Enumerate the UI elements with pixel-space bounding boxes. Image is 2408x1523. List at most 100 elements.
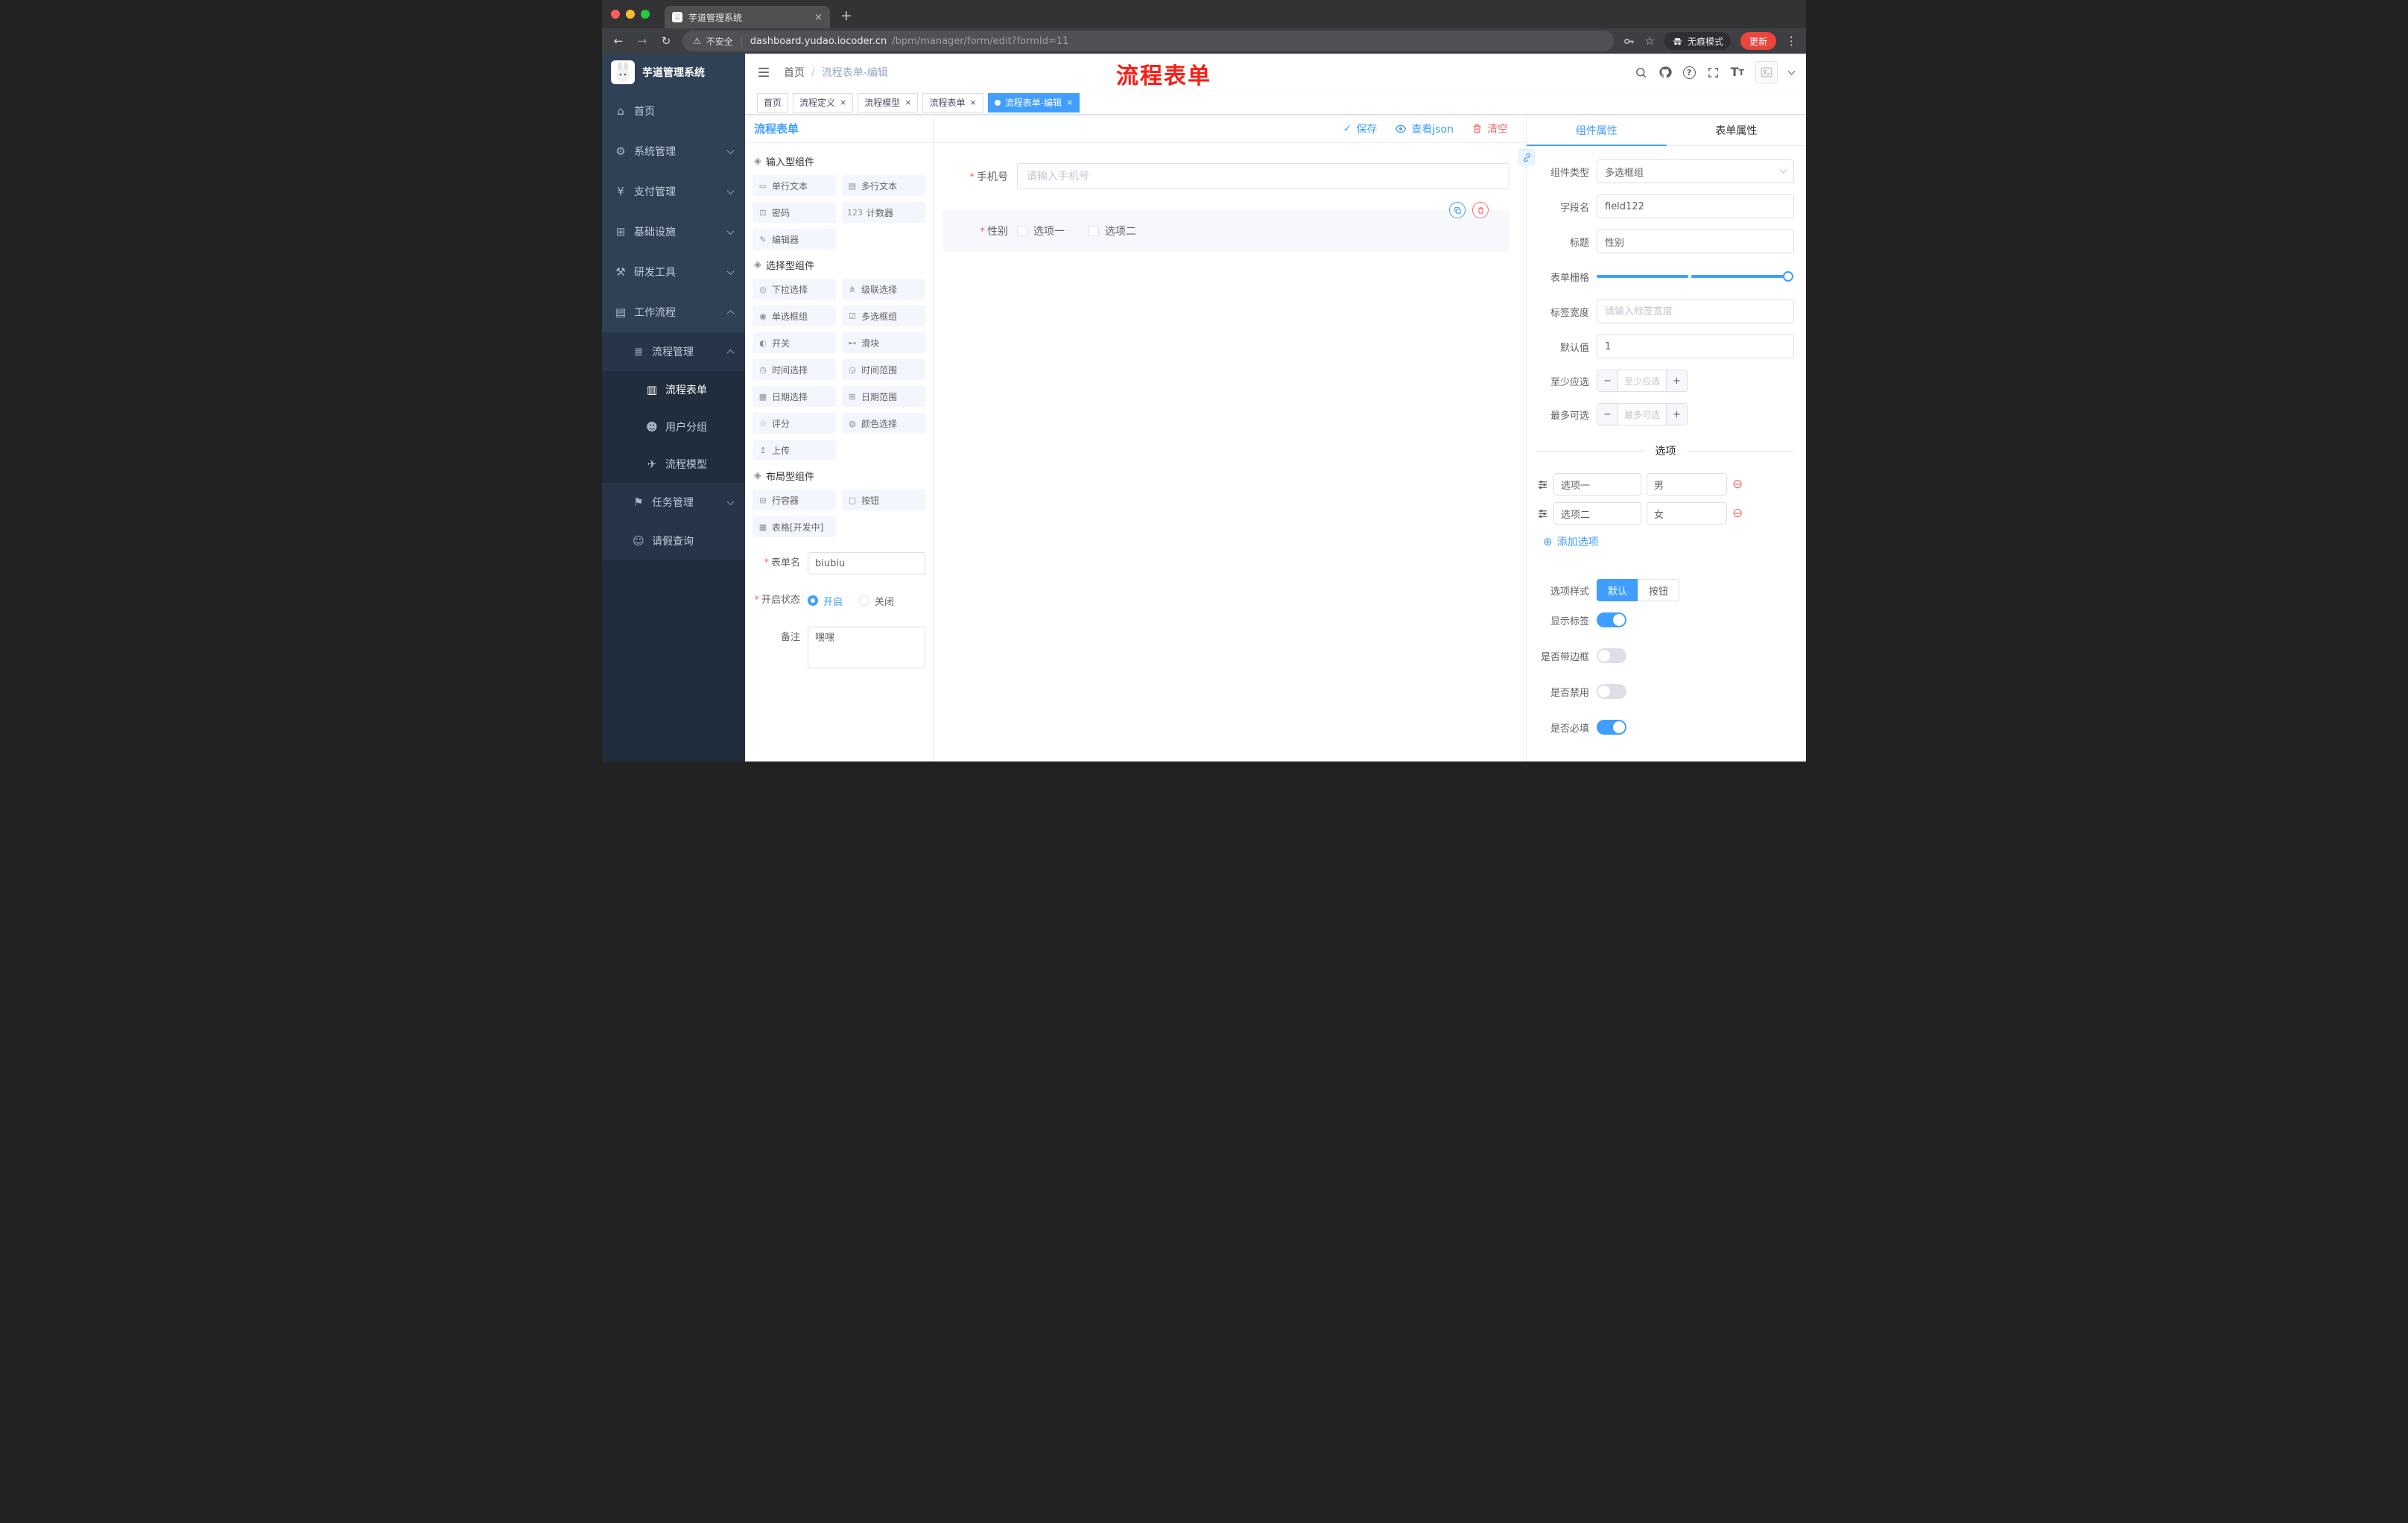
sidebar-item-process-form[interactable]: ▥ 流程表单 [602,371,745,408]
sidebar-item-process-management[interactable]: ≣ 流程管理 [602,332,745,371]
sidebar-item-home[interactable]: ⌂ 首页 [602,91,745,131]
palette-item-table[interactable]: ▦ 表格[开发中] [752,516,836,537]
slider-track[interactable] [1597,271,1794,282]
breadcrumb-home[interactable]: 首页 [784,65,805,80]
fullscreen-icon[interactable] [1707,66,1720,79]
option-style-button-button[interactable]: 按钮 [1638,579,1680,601]
palette-item-switch[interactable]: ◐ 开关 [752,332,836,353]
tag-close-icon[interactable]: × [970,98,977,107]
palette-item-color-picker[interactable]: ◍ 颜色选择 [842,413,925,434]
tag-close-icon[interactable]: × [1066,98,1073,107]
border-switch[interactable] [1597,648,1626,663]
form-name-input[interactable] [808,552,925,574]
palette-item-checkbox-group[interactable]: ☑ 多选框组 [842,305,925,326]
selected-component-gender[interactable]: 性别 选项一 选项二 [942,202,1509,252]
sidebar-item-system-management[interactable]: ⚙ 系统管理 [602,131,745,171]
palette-item-single-line-text[interactable]: ▭ 单行文本 [752,175,836,196]
increase-button[interactable]: + [1666,404,1687,425]
window-close-button[interactable] [611,10,620,19]
sidebar-item-user-groups[interactable]: ☻ 用户分组 [602,408,745,446]
remark-textarea[interactable]: 嘿嘿 [808,627,925,668]
palette-item-rate[interactable]: ☆ 评分 [752,413,836,434]
tag-close-icon[interactable]: × [904,98,911,107]
forward-button[interactable]: → [635,34,650,48]
new-tab-button[interactable]: + [840,7,852,24]
status-on-radio[interactable]: 开启 [808,594,843,608]
option-label-input[interactable] [1553,473,1641,495]
address-bar[interactable]: ⚠ 不安全 dashboard.yudao.iocoder.cn/bpm/man… [682,31,1614,51]
increase-button[interactable]: + [1666,370,1687,391]
min-select-value[interactable]: 至少应选 [1618,370,1666,391]
palette-item-row-container[interactable]: ⊟ 行容器 [752,490,836,510]
back-button[interactable]: ← [611,34,626,48]
copy-component-button[interactable] [1449,202,1466,218]
sidebar-fold-icon[interactable] [757,66,770,79]
remove-option-icon[interactable]: ⊖ [1732,507,1743,520]
password-key-icon[interactable] [1623,35,1635,48]
tag-process-form-edit[interactable]: 流程表单-编辑 × [987,92,1080,113]
sidebar-item-process-model[interactable]: ✈ 流程模型 [602,446,745,483]
window-zoom-button[interactable] [641,10,650,19]
required-switch[interactable] [1597,720,1626,735]
palette-item-textarea[interactable]: ▤ 多行文本 [842,175,925,196]
browser-tab[interactable]: 芋道管理系统 × [665,6,830,28]
option-style-default-button[interactable]: 默认 [1597,579,1639,601]
add-option-button[interactable]: ⊕ 添加选项 [1543,534,1599,549]
clear-button[interactable]: 清空 [1471,121,1508,136]
gender-option-1-checkbox[interactable]: 选项一 [1017,224,1065,238]
sidebar-item-payment-management[interactable]: ¥ 支付管理 [602,171,745,212]
sidebar-item-leave-query[interactable]: ☺ 请假查询 [602,522,745,560]
default-value-input[interactable] [1597,335,1794,358]
palette-item-cascader[interactable]: ⋔ 级联选择 [842,279,925,300]
show-label-switch[interactable] [1597,612,1626,627]
palette-item-time-range[interactable]: ◶ 时间范围 [842,359,925,380]
browser-menu-icon[interactable]: ⋮ [1786,34,1797,48]
panel-link-button[interactable] [1518,149,1535,165]
tag-home[interactable]: 首页 [757,92,789,113]
slider-handle[interactable] [1783,271,1794,282]
tab-component-props[interactable]: 组件属性 [1527,115,1667,146]
palette-item-date-picker[interactable]: ▦ 日期选择 [752,386,836,407]
tag-process-definition[interactable]: 流程定义 × [793,92,854,113]
tag-process-model[interactable]: 流程模型 × [858,92,919,113]
decrease-button[interactable]: − [1597,370,1618,391]
avatar-caret-icon[interactable] [1787,67,1796,75]
tab-form-props[interactable]: 表单属性 [1667,115,1807,145]
update-button[interactable]: 更新 [1740,32,1776,50]
component-type-select[interactable]: 多选框组 [1597,159,1794,183]
field-name-input[interactable] [1597,194,1794,218]
decrease-button[interactable]: − [1597,404,1618,425]
save-button[interactable]: ✓ 保存 [1343,121,1378,136]
label-width-input[interactable] [1597,300,1794,323]
help-icon[interactable]: ? [1682,66,1696,79]
sidebar-item-infrastructure[interactable]: ⊞ 基础设施 [602,212,745,252]
view-json-button[interactable]: 查看json [1395,121,1454,136]
palette-item-editor[interactable]: ✎ 编辑器 [752,229,836,250]
window-minimize-button[interactable] [626,10,635,19]
font-size-icon[interactable]: TT [1731,66,1744,78]
drag-handle-icon[interactable] [1537,479,1548,490]
sidebar-item-workflow[interactable]: ▤ 工作流程 [602,292,745,332]
disabled-switch[interactable] [1597,684,1626,699]
max-select-value[interactable]: 最多可选 [1618,404,1666,425]
form-grid-slider[interactable] [1597,265,1794,288]
avatar[interactable] [1755,61,1778,83]
palette-item-counter[interactable]: 123 计数器 [842,202,925,223]
palette-item-password[interactable]: ⊡ 密码 [752,202,836,223]
option-value-input[interactable] [1647,473,1727,495]
bookmark-star-icon[interactable]: ☆ [1645,34,1655,48]
palette-item-select[interactable]: ◎ 下拉选择 [752,279,836,300]
palette-item-date-range[interactable]: ⊞ 日期范围 [842,386,925,407]
security-label[interactable]: 不安全 [706,35,733,48]
gender-option-2-checkbox[interactable]: 选项二 [1089,224,1136,238]
sidebar-item-task-management[interactable]: ⚑ 任务管理 [602,483,745,522]
tag-close-icon[interactable]: × [840,98,846,107]
option-label-input[interactable] [1553,502,1641,525]
palette-item-upload[interactable]: ↥ 上传 [752,440,836,460]
option-value-input[interactable] [1647,502,1727,525]
drag-handle-icon[interactable] [1537,508,1548,519]
status-off-radio[interactable]: 关闭 [859,594,894,608]
remove-option-icon[interactable]: ⊖ [1732,478,1743,491]
reload-button[interactable]: ↻ [659,34,674,48]
sidebar-item-dev-tools[interactable]: ⚒ 研发工具 [602,252,745,292]
